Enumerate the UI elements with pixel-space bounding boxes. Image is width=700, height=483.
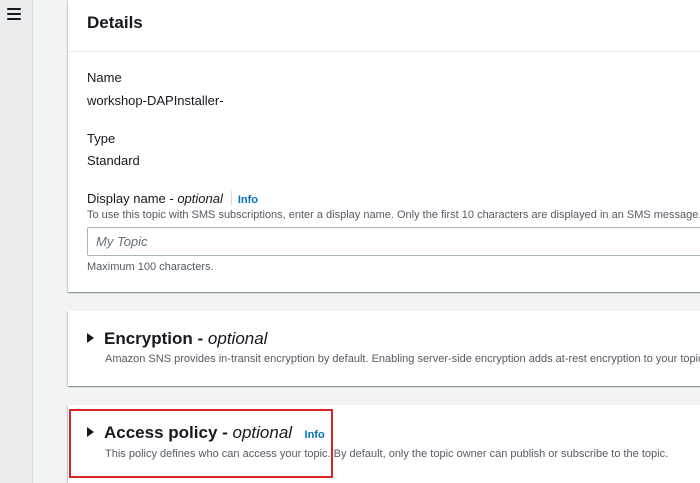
label-divider <box>230 191 232 205</box>
menu-icon-bar <box>7 18 21 20</box>
encryption-description: Amazon SNS provides in-transit encryptio… <box>105 353 700 365</box>
type-label: Type <box>87 131 116 146</box>
access-policy-expand-toggle[interactable]: Access policy - optional Info <box>87 423 325 443</box>
display-name-description: To use this topic with SMS subscriptions… <box>87 209 700 221</box>
display-name-label-row: Display name - optional Info <box>87 191 258 206</box>
type-value: Standard <box>87 153 140 168</box>
caret-right-icon <box>87 333 94 343</box>
caret-right-icon <box>87 427 94 437</box>
encryption-title-text: Encryption - <box>104 329 208 348</box>
encryption-expand-toggle[interactable]: Encryption - optional <box>87 329 267 349</box>
encryption-title: Encryption - optional <box>104 329 267 348</box>
encryption-panel: Encryption - optional Amazon SNS provide… <box>68 311 700 386</box>
access-policy-info-link[interactable]: Info <box>305 429 325 441</box>
display-name-hint: Maximum 100 characters. <box>87 261 214 273</box>
display-name-label: Display name - <box>87 191 178 206</box>
hamburger-menu-icon[interactable] <box>7 8 21 20</box>
display-name-info-link[interactable]: Info <box>238 194 258 206</box>
access-policy-description: This policy defines who can access your … <box>105 448 669 460</box>
menu-icon-bar <box>7 8 21 10</box>
name-label: Name <box>87 70 122 85</box>
display-name-optional: optional <box>177 191 223 206</box>
access-policy-title: Access policy - optional <box>104 423 292 442</box>
access-policy-optional: optional <box>232 423 293 442</box>
encryption-optional: optional <box>207 329 268 348</box>
left-navigation-rail <box>0 0 33 483</box>
display-name-input[interactable] <box>87 227 700 256</box>
details-panel: Details Name workshop-DAPInstaller- Type… <box>68 0 700 292</box>
name-value: workshop-DAPInstaller- <box>87 93 224 108</box>
access-policy-title-text: Access policy - <box>104 423 233 442</box>
access-policy-panel: Access policy - optional Info This polic… <box>68 405 700 483</box>
details-header: Details <box>68 0 700 52</box>
menu-icon-bar <box>7 13 21 15</box>
details-title: Details <box>87 13 143 32</box>
